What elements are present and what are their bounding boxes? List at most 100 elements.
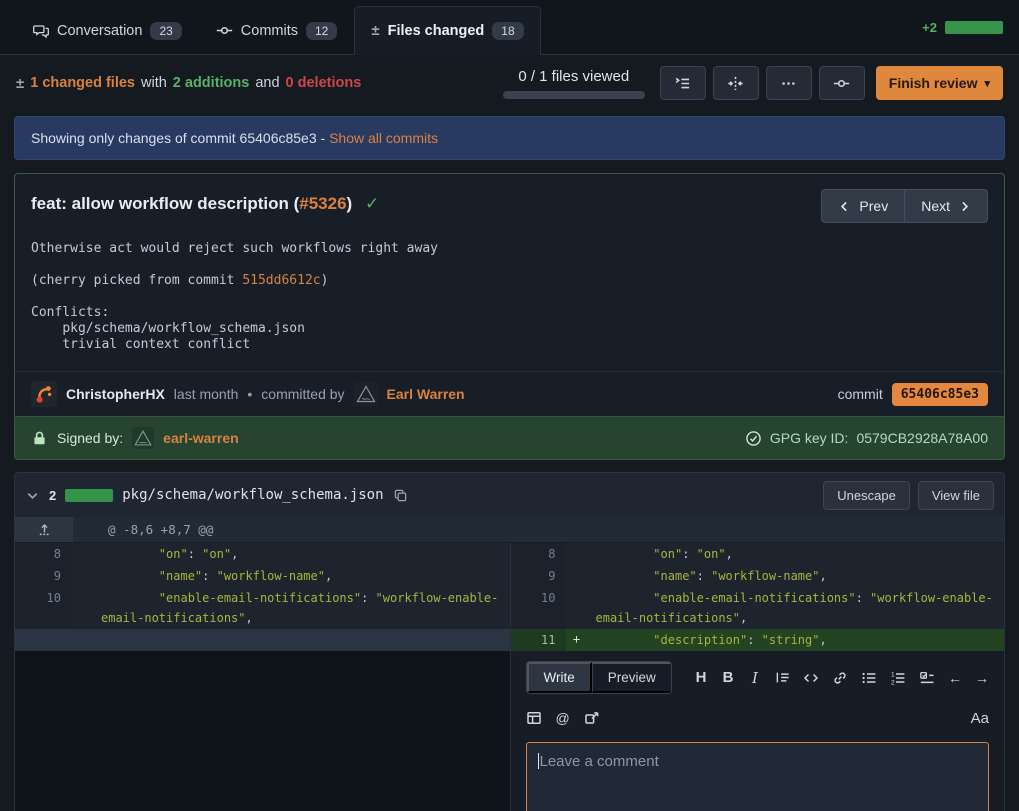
tab-count-badge: 12	[306, 22, 337, 40]
svg-text:2: 2	[891, 679, 895, 686]
changed-files-link[interactable]: 1 changed files	[30, 75, 135, 91]
inline-comment-form: WritePreview HBI 12 ← → @ Aa Leave a commen…	[510, 651, 1005, 811]
hunk-header-row: @ -8,6 +8,7 @@	[15, 517, 1004, 543]
tab-count-badge: 23	[150, 22, 181, 40]
line-number-left[interactable]: 10	[15, 587, 71, 629]
line-sign-left	[71, 629, 93, 651]
copy-path-icon[interactable]	[393, 488, 408, 503]
mention-icon[interactable]: @	[556, 709, 570, 727]
tab-commits[interactable]: Commits 12	[199, 6, 355, 55]
line-number-left[interactable]: 8	[15, 543, 71, 565]
pr-tab-bar: Conversation23Commits12±Files changed18 …	[0, 0, 1019, 55]
diff-code: "enable-email-notifications": "workflow-…	[588, 587, 1005, 629]
diff-code: "enable-email-notifications": "workflow-…	[93, 587, 510, 629]
line-number-right[interactable]: 9	[510, 565, 566, 587]
signer-name[interactable]: earl-warren	[163, 430, 238, 446]
table-icon[interactable]	[526, 709, 542, 727]
expand-hunk-icon[interactable]	[15, 517, 73, 542]
diffstat-summary: +2	[922, 0, 1003, 54]
verified-badge-icon	[745, 430, 762, 447]
split-view-button[interactable]	[713, 66, 759, 100]
unordered-list-icon[interactable]	[861, 669, 877, 687]
arrow-right-icon[interactable]: →	[975, 669, 989, 687]
commit-label: commit	[838, 386, 883, 402]
commit-filter-banner: Showing only changes of commit 65406c85e…	[14, 116, 1005, 160]
more-options-button[interactable]	[766, 66, 812, 100]
editor-tab-preview[interactable]: Preview	[592, 662, 672, 693]
authored-time: last month	[174, 386, 239, 402]
line-sign-left	[71, 587, 93, 629]
line-sign-right	[566, 543, 588, 565]
file-header: 2 pkg/schema/workflow_schema.json Unesca…	[15, 473, 1004, 517]
prev-commit-button[interactable]: Prev	[822, 190, 904, 222]
line-number-right[interactable]: 11	[510, 629, 566, 651]
task-list-icon[interactable]	[919, 669, 935, 687]
signed-row: Signed by: earl-warren GPG key ID: 0579C…	[15, 416, 1004, 459]
reference-icon[interactable]	[584, 709, 600, 727]
gpg-key-value: 0579CB2928A78A00	[856, 430, 988, 446]
file-tree-button[interactable]	[660, 66, 706, 100]
comment-placeholder: Leave a comment	[540, 753, 659, 770]
author-avatar[interactable]	[31, 381, 57, 407]
line-number-left	[15, 629, 71, 651]
view-file-button[interactable]: View file	[918, 481, 994, 510]
comment-discussion-icon	[33, 23, 49, 39]
verified-check-icon: ✓	[365, 194, 379, 213]
author-name[interactable]: ChristopherHX	[66, 386, 165, 402]
comment-textarea[interactable]: Leave a comment	[526, 742, 990, 811]
signed-by-label: Signed by:	[57, 430, 123, 446]
line-number-right[interactable]: 8	[510, 543, 566, 565]
caret-down-icon: ▾	[984, 77, 990, 90]
committer-avatar[interactable]	[354, 382, 378, 406]
text-caret	[538, 753, 539, 769]
editor-tab-write[interactable]: Write	[527, 662, 592, 693]
italic-icon[interactable]: I	[748, 669, 762, 687]
committed-by-label: committed by	[261, 386, 344, 402]
line-sign-right	[566, 565, 588, 587]
line-number-right[interactable]: 10	[510, 587, 566, 629]
files-viewed-progress	[503, 91, 645, 99]
finish-review-button[interactable]: Finish review ▾	[876, 66, 1003, 100]
signer-avatar[interactable]	[132, 427, 154, 449]
tab-label: Commits	[241, 23, 298, 39]
commit-sha-badge[interactable]: 65406c85e3	[892, 383, 988, 406]
issue-link[interactable]: #5326	[299, 194, 346, 213]
commit-pager: Prev Next	[821, 189, 988, 223]
show-all-commits-link[interactable]: Show all commits	[329, 130, 438, 146]
bold-icon[interactable]: B	[721, 669, 735, 687]
diff-file-box: 2 pkg/schema/workflow_schema.json Unesca…	[14, 472, 1005, 811]
line-sign-right	[566, 587, 588, 629]
split-diff: 8 "on": "on",8 "on": "on",9 "name": "wor…	[15, 543, 1004, 811]
tab-conversation[interactable]: Conversation23	[16, 6, 199, 55]
diff-code: "on": "on",	[93, 543, 510, 565]
diff-code-placeholder	[93, 629, 510, 651]
heading-icon[interactable]: H	[694, 669, 708, 687]
quote-icon[interactable]	[775, 669, 790, 687]
font-size-toggle[interactable]: Aa	[971, 710, 989, 727]
line-sign-left	[71, 543, 93, 565]
conflicts-block: Conflicts: pkg/schema/workflow_schema.js…	[31, 305, 988, 353]
link-icon[interactable]	[832, 669, 848, 687]
committer-name[interactable]: Earl Warren	[387, 386, 465, 402]
next-commit-button[interactable]: Next	[904, 190, 987, 222]
line-number-left[interactable]: 9	[15, 565, 71, 587]
tab-files-changed[interactable]: ±Files changed18	[354, 6, 540, 55]
commit-select-button[interactable]	[819, 66, 865, 100]
code-icon[interactable]	[803, 669, 819, 687]
diff-icon: ±	[371, 22, 379, 39]
file-diffstat-bar	[65, 489, 113, 502]
commit-message: Otherwise act would reject such workflow…	[15, 229, 1004, 371]
banner-text: Showing only changes of commit 65406c85e…	[31, 130, 325, 146]
commit-hash-link[interactable]: 515dd6612c	[242, 273, 320, 288]
diff-code: "on": "on",	[588, 543, 1005, 565]
ordered-list-icon[interactable]: 12	[890, 669, 906, 687]
arrow-left-icon[interactable]: ←	[948, 669, 962, 687]
file-change-count: 2	[49, 488, 56, 503]
file-tree-icon	[674, 75, 691, 92]
lock-icon	[31, 430, 48, 447]
diff-code: "name": "workflow-name",	[588, 565, 1005, 587]
line-sign-right: +	[566, 629, 588, 651]
commit-author-row: ChristopherHX last month • committed by …	[15, 371, 1004, 416]
collapse-file-icon[interactable]	[25, 488, 40, 503]
unescape-button[interactable]: Unescape	[823, 481, 910, 510]
